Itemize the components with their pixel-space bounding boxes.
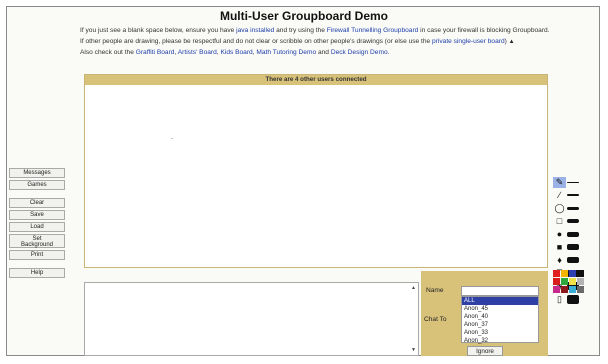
color-swatch[interactable] bbox=[553, 278, 560, 285]
color-palette bbox=[553, 270, 585, 293]
intro-text: If you just see a blank space below, ens… bbox=[80, 27, 550, 60]
messages-button[interactable]: Messages bbox=[9, 168, 65, 178]
intro-line-links-text: Also check out the bbox=[80, 49, 136, 56]
intro-line-java: If you just see a blank space below, ens… bbox=[80, 27, 550, 35]
chat-recipient-item[interactable]: Anon_37 bbox=[462, 321, 538, 329]
set-background-label-2: Background bbox=[20, 242, 54, 248]
intro-line-links: Also check out the Graffiti Board, Artis… bbox=[80, 49, 550, 57]
color-swatch[interactable] bbox=[569, 286, 576, 293]
artists-board-link[interactable]: Artists' Board bbox=[178, 49, 217, 56]
name-label: Name bbox=[426, 287, 444, 294]
chat-recipient-item[interactable]: Anon_45 bbox=[462, 305, 538, 313]
color-swatch[interactable] bbox=[553, 270, 560, 277]
color-swatch[interactable] bbox=[561, 286, 568, 293]
and-text: and bbox=[316, 49, 331, 56]
pencil-icon[interactable]: ✎ bbox=[553, 176, 566, 188]
drawing-board[interactable]: There are 4 other users connected bbox=[84, 74, 548, 268]
name-input[interactable] bbox=[461, 286, 539, 296]
kids-board-link[interactable]: Kids Board bbox=[220, 49, 252, 56]
color-swatch[interactable] bbox=[577, 278, 584, 285]
fill-icon[interactable]: ♦ bbox=[553, 255, 566, 266]
left-button-panel: Messages Games Clear Save Load Set Backg… bbox=[9, 168, 65, 280]
chat-recipient-item[interactable]: Anon_33 bbox=[462, 329, 538, 337]
chat-recipient-item[interactable]: Anon_32 bbox=[462, 337, 538, 345]
users-connected-status: There are 4 other users connected bbox=[85, 75, 547, 85]
set-background-button[interactable]: Set Background bbox=[9, 234, 65, 248]
line-width-6[interactable] bbox=[566, 242, 579, 253]
load-button[interactable]: Load bbox=[9, 222, 65, 232]
color-swatch[interactable] bbox=[553, 286, 560, 293]
graffiti-board-link[interactable]: Graffiti Board bbox=[136, 49, 175, 56]
line-width-2[interactable] bbox=[566, 190, 579, 201]
filled-rectangle-icon[interactable]: ■ bbox=[553, 242, 566, 253]
page-title: Multi-User Groupboard Demo bbox=[219, 9, 388, 23]
scroll-up-icon[interactable]: ▲ bbox=[411, 285, 416, 291]
private-board-link[interactable]: private single-user board bbox=[432, 38, 505, 45]
ignore-button[interactable]: Ignore bbox=[467, 346, 503, 356]
games-button[interactable]: Games bbox=[9, 180, 65, 190]
deck-design-link[interactable]: Deck Design Demo bbox=[331, 49, 388, 56]
line-width-3[interactable] bbox=[566, 203, 579, 214]
intro-line-java-text: If you just see a blank space below, ens… bbox=[80, 27, 237, 34]
canvas-mark bbox=[171, 138, 173, 139]
thin-line-width[interactable] bbox=[566, 177, 579, 188]
intro-line-respect-text: If other people are drawing, please be r… bbox=[80, 38, 433, 45]
color-swatch[interactable] bbox=[577, 270, 584, 277]
intro-line-java-text-2: and try using the bbox=[274, 27, 327, 34]
color-swatch[interactable] bbox=[569, 270, 576, 277]
java-installed-link[interactable]: java installed bbox=[236, 27, 274, 34]
intro-line-java-text-3: in case your firewall is blocking Groupb… bbox=[418, 27, 550, 34]
chat-messages-area[interactable]: ▲ ▼ bbox=[84, 282, 419, 356]
save-button[interactable]: Save bbox=[9, 210, 65, 220]
filled-oval-icon[interactable]: ● bbox=[553, 229, 566, 240]
line-width-10[interactable] bbox=[566, 294, 579, 305]
clear-button[interactable]: Clear bbox=[9, 198, 65, 208]
cursor-icon: ▲ bbox=[508, 39, 515, 45]
chat-recipient-item[interactable]: ALL bbox=[462, 297, 538, 305]
scroll-down-icon[interactable]: ▼ bbox=[411, 347, 416, 353]
chat-to-list[interactable]: ALL Anon_45 Anon_40 Anon_37 Anon_33 Anon_32 bbox=[461, 296, 539, 345]
chat-recipient-item[interactable]: Anon_40 bbox=[462, 313, 538, 321]
color-swatch[interactable] bbox=[561, 270, 568, 277]
rectangle-icon[interactable]: □ bbox=[553, 216, 566, 227]
chat-to-label: Chat To bbox=[424, 316, 447, 323]
math-tutoring-link[interactable]: Math Tutoring Demo bbox=[256, 49, 316, 56]
trash-icon[interactable]: ▯ bbox=[553, 294, 566, 305]
color-swatch[interactable] bbox=[577, 286, 584, 293]
line-width-7[interactable] bbox=[566, 255, 579, 266]
help-button[interactable]: Help bbox=[9, 268, 65, 278]
oval-icon[interactable]: ◯ bbox=[553, 203, 566, 214]
period-text: . bbox=[387, 49, 390, 56]
intro-line-respect-text-2: ) bbox=[504, 38, 507, 45]
line-icon[interactable]: ∕ bbox=[553, 190, 566, 201]
color-swatch[interactable] bbox=[561, 278, 568, 285]
print-button[interactable]: Print bbox=[9, 250, 65, 260]
firewall-tunnelling-link[interactable]: Firewall Tunnelling Groupboard bbox=[327, 27, 419, 34]
line-width-5[interactable] bbox=[566, 229, 579, 240]
intro-line-respect: If other people are drawing, please be r… bbox=[80, 38, 550, 46]
line-width-4[interactable] bbox=[566, 216, 579, 227]
color-swatch[interactable] bbox=[569, 278, 576, 285]
